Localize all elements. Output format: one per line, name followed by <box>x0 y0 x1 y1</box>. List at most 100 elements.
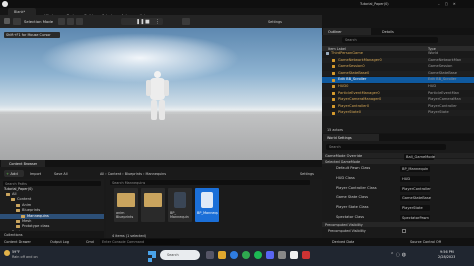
world-setting-dropdown[interactable]: SpectatorPawn <box>400 215 430 221</box>
collections-label[interactable]: Collections <box>4 233 23 237</box>
outliner-row[interactable]: ThirdPersonGame World <box>322 51 474 57</box>
precomputed-header: Precomputed Visibility <box>322 222 474 227</box>
selection-mode-dropdown[interactable]: Selection Mode <box>22 18 53 25</box>
col-item-label[interactable]: Item Label <box>328 47 346 51</box>
chrome-icon[interactable] <box>242 251 250 259</box>
quick-add-icon[interactable] <box>58 18 65 25</box>
world-setting-dropdown[interactable]: PlayerState <box>400 205 430 212</box>
tray-icons[interactable]: ⌃ ◌ ◍ <box>390 252 406 258</box>
output-log-button[interactable]: Output Log <box>50 240 69 244</box>
mannequin-torso <box>150 78 165 100</box>
breadcrumb-all[interactable]: All <box>100 172 104 176</box>
actor-count: 15 actors <box>327 127 343 132</box>
world-setting-value: GameStateBase <box>402 196 431 201</box>
outliner-row[interactable]: PlayerCameraManager0 PlayerCameraMan <box>322 97 474 103</box>
tab-content-browser[interactable]: Content Browser <box>1 160 45 167</box>
outliner-row[interactable]: HUD0 HUD <box>322 84 474 90</box>
asset-tile[interactable]: BP_ Mannequin <box>168 188 192 222</box>
tree-row-label: All <box>12 192 17 196</box>
save-all-button[interactable]: Save All <box>54 172 68 176</box>
outliner-row[interactable]: PlayerController0 PlayerController <box>322 104 474 110</box>
editor-window: Tutorial_Paper(0) –▢✕ File Edit Window T… <box>0 0 474 266</box>
spotify-icon[interactable] <box>254 251 262 259</box>
breadcrumb-content[interactable]: Content <box>108 172 122 176</box>
edge-icon[interactable] <box>230 251 238 259</box>
outliner-row[interactable]: PlayerState0 PlayerState <box>322 110 474 116</box>
outliner-row[interactable]: GameSession0 GameSession <box>322 64 474 70</box>
mannequin-arm-right <box>164 80 169 96</box>
tab-world-settings[interactable]: World Settings <box>323 134 379 141</box>
tree-row[interactable]: Mesh <box>0 219 104 224</box>
viewport[interactable]: Shift+F1 for Mouse Cursor <box>0 28 322 160</box>
asset-tile[interactable]: BP_Mannequin <box>195 188 219 222</box>
asset-tiles: anim Blueprints BP_ Mannequin BP_Mannequin <box>110 188 320 230</box>
task-view-icon[interactable] <box>206 251 214 259</box>
discord-icon[interactable] <box>266 251 274 259</box>
mode-icon <box>13 18 21 25</box>
asset-tile[interactable]: anim Blueprints <box>114 188 138 222</box>
steam-icon[interactable] <box>278 251 286 259</box>
content-settings-button[interactable]: Settings <box>300 172 314 176</box>
pause-icon[interactable]: ❚❚ <box>136 19 144 25</box>
unreal-logo-icon <box>2 1 8 7</box>
tree-search-input[interactable]: Search Paths <box>3 181 101 186</box>
precomputed-row-label: Precomputed Visibility <box>328 228 366 233</box>
outliner-row[interactable]: GameNetworkManager0 GameNetworkMan <box>322 57 474 64</box>
add-button[interactable]: + Add <box>4 169 24 177</box>
tab-outliner[interactable]: Outliner <box>323 28 371 35</box>
tree-list: All Content Anim Blueprints Mannequins Mesh Pr… <box>0 192 104 234</box>
outliner-row[interactable]: ParticleEventManager0 ParticleEventMan <box>322 91 474 97</box>
breadcrumb-blueprints[interactable]: Blueprints <box>125 172 142 176</box>
world-setting-dropdown[interactable]: HUD <box>400 175 430 182</box>
tab-details[interactable]: Details <box>382 30 394 34</box>
taskbar-search-input[interactable]: Search <box>160 250 200 260</box>
windows-start-icon[interactable] <box>148 251 156 262</box>
asset-name: BP_ Mannequin <box>170 211 189 219</box>
world-setting-dropdown[interactable]: Ball_GameMode <box>404 154 435 160</box>
file-explorer-icon[interactable] <box>218 251 226 259</box>
col-type[interactable]: Type <box>428 47 436 51</box>
more-play-icon[interactable]: ⋮ <box>155 19 160 25</box>
console-input[interactable]: Enter Console Command <box>100 239 180 245</box>
window-controls[interactable]: –▢✕ <box>438 2 461 6</box>
asset-tile[interactable] <box>141 188 165 222</box>
precomputed-checkbox[interactable] <box>402 228 406 233</box>
tree-row[interactable]: Content <box>0 197 104 202</box>
save-icon[interactable] <box>4 18 10 24</box>
cmd-dropdown[interactable]: Cmd <box>86 240 94 244</box>
level-tab[interactable]: Blank* <box>8 8 36 15</box>
world-setting-label: Spectator Class <box>336 215 365 219</box>
tree-row-label: Content <box>17 197 32 202</box>
content-drawer-button[interactable]: Content Drawer <box>4 240 31 244</box>
outliner-row[interactable]: GameStateBase0 GameStateBase <box>322 70 474 77</box>
world-setting-dropdown[interactable]: GameStateBase <box>400 195 431 202</box>
world-setting-dropdown[interactable]: BP_Mannequin <box>400 166 430 172</box>
platforms-icon[interactable] <box>182 18 190 25</box>
world-setting-dropdown[interactable]: PlayerController <box>400 185 431 192</box>
outliner-search-input[interactable]: Search <box>342 37 438 43</box>
asset-search-input[interactable]: Search Mannequins <box>110 180 310 185</box>
settings-button[interactable]: Settings <box>268 20 282 24</box>
world-setting-row: Spectator Class SpectatorPawn <box>322 215 474 221</box>
tree-row[interactable]: Prototype class <box>0 224 104 229</box>
unreal-taskbar-icon[interactable] <box>290 251 298 259</box>
source-control-button[interactable]: Source Control Off <box>410 240 441 244</box>
tree-root[interactable]: Tutorial_Paper(0) <box>4 187 33 191</box>
tree-row[interactable]: Anim <box>0 203 104 208</box>
stop-icon[interactable]: ■ <box>145 19 150 25</box>
import-button[interactable]: Import <box>30 172 41 176</box>
tree-row[interactable]: Mannequins <box>0 213 104 219</box>
blueprint-icon[interactable] <box>67 18 74 25</box>
tree-row[interactable]: Blueprints <box>0 208 104 213</box>
viewport-hint-box: Shift+F1 for Mouse Cursor <box>4 32 60 38</box>
world-settings-panel: World Settings Search Selected GameMode … <box>322 134 474 238</box>
derived-data-button[interactable]: Derived Data <box>332 240 354 244</box>
outliner-row[interactable]: Edit BB_Scroller Edit BB_Scroller <box>322 77 474 83</box>
weather-icon[interactable] <box>4 250 10 256</box>
tree-row[interactable]: All <box>0 192 104 197</box>
app-icon[interactable] <box>302 251 310 259</box>
world-setting-value: SpectatorPawn <box>402 216 429 220</box>
cinematics-icon[interactable] <box>76 18 83 25</box>
asset-name: BP_Mannequin <box>197 211 218 215</box>
breadcrumb-mannequins[interactable]: Mannequins <box>146 172 167 176</box>
